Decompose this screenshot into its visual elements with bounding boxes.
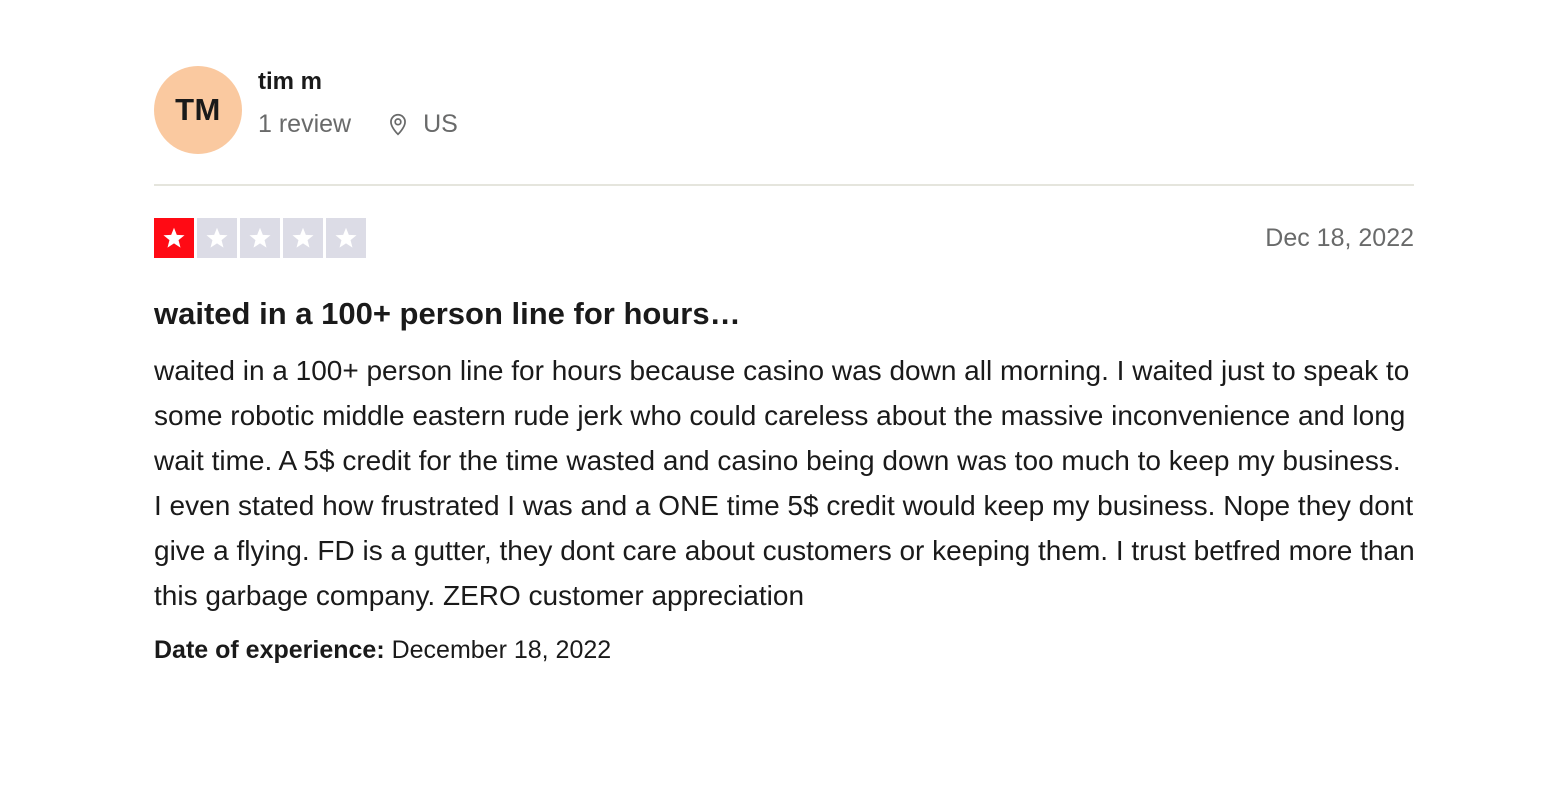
star-filled-icon <box>154 218 194 258</box>
consumer-meta: 1 review US <box>258 109 458 139</box>
star-empty-icon <box>240 218 280 258</box>
review-body: waited in a 100+ person line for hours b… <box>154 355 1415 611</box>
star-empty-icon <box>197 218 237 258</box>
review-title[interactable]: waited in a 100+ person line for hours… <box>154 296 1414 332</box>
experience-label: Date of experience: <box>154 636 385 664</box>
divider <box>154 184 1414 186</box>
review-count: 1 review <box>258 110 352 138</box>
consumer-location: US <box>385 109 458 139</box>
star-empty-icon <box>326 218 366 258</box>
star-empty-icon <box>283 218 323 258</box>
consumer-details: tim m 1 review US <box>258 67 458 139</box>
review-date: Dec 18, 2022 <box>1265 223 1414 252</box>
location-pin-icon <box>390 113 407 136</box>
rating-row: Dec 18, 2022 <box>154 218 1414 258</box>
country-code: US <box>423 110 458 138</box>
avatar[interactable]: TM <box>154 66 242 154</box>
experience-date: December 18, 2022 <box>391 636 612 664</box>
date-of-experience: Date of experience: December 18, 2022 <box>154 636 1414 665</box>
consumer-info: TM tim m 1 review US <box>154 60 1414 160</box>
review-card: TM tim m 1 review US Dec 18, 2022 waited… <box>154 60 1415 665</box>
consumer-name[interactable]: tim m <box>258 67 458 97</box>
star-rating <box>154 218 366 258</box>
avatar-initials: TM <box>175 92 221 127</box>
